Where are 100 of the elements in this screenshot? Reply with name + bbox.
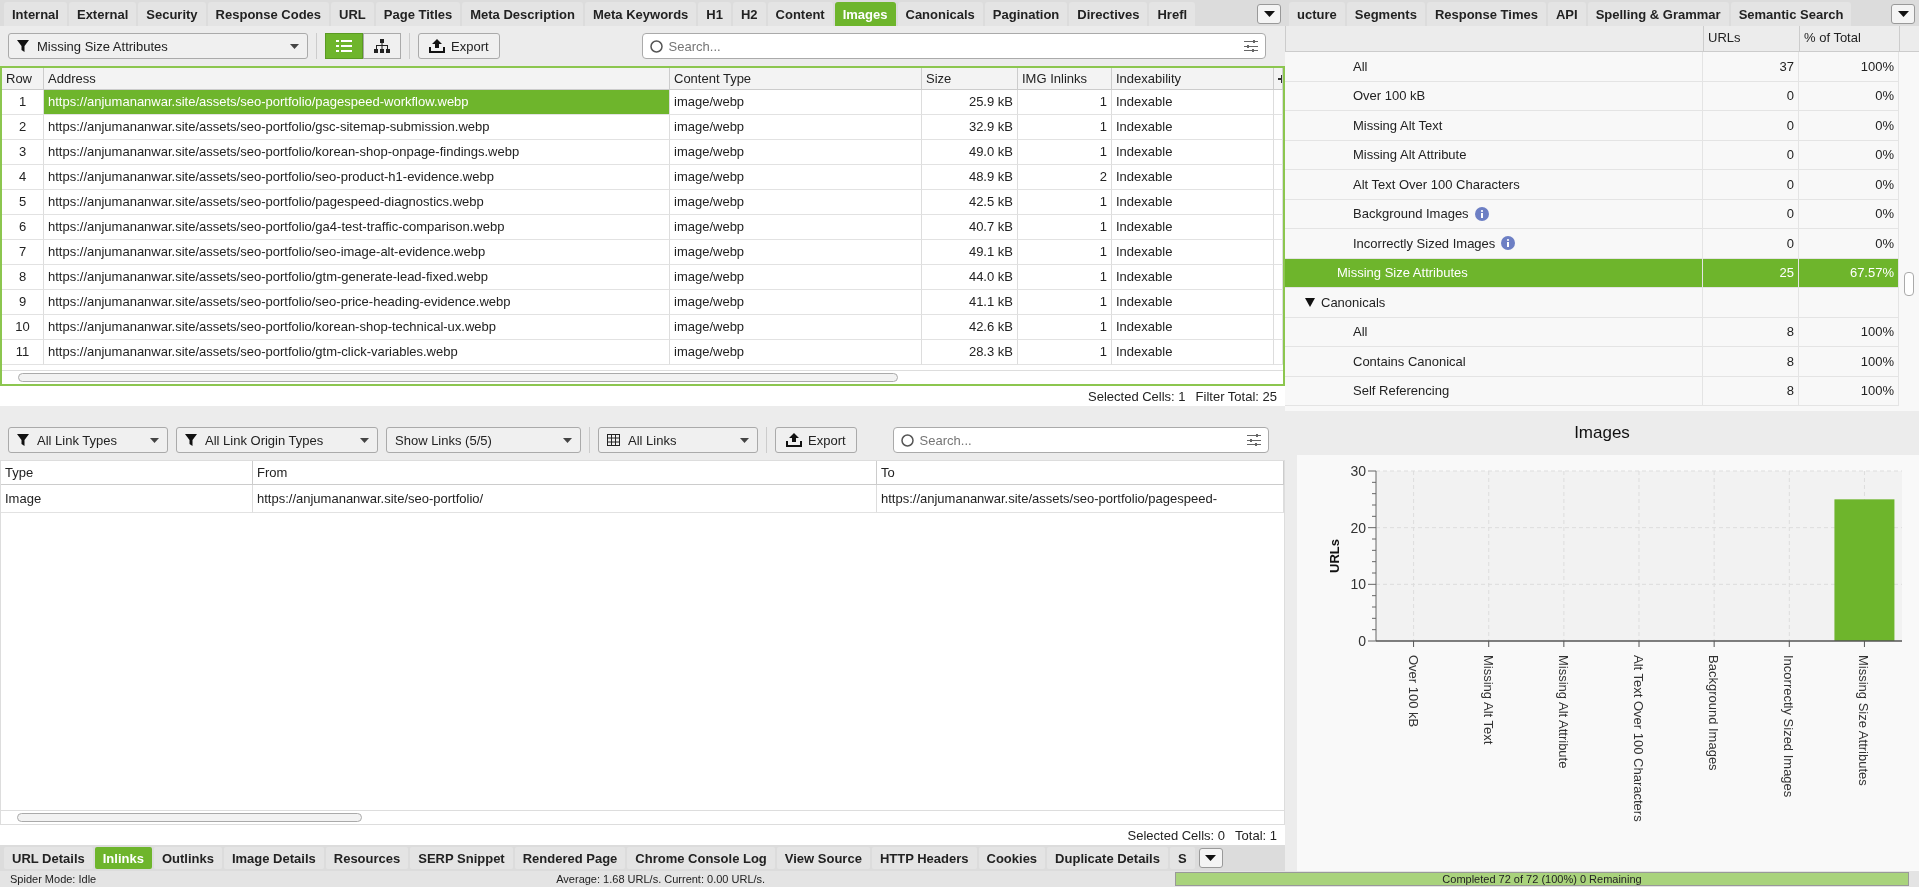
empty-cell [1274,240,1283,265]
overview-row[interactable]: All 37 100% [1285,52,1899,82]
tab[interactable]: Page Titles [375,2,461,26]
scrollbar-thumb[interactable] [1904,272,1914,296]
tab[interactable]: Chrome Console Log [627,847,775,869]
overview-row[interactable]: Over 100 kB 0 0% [1285,81,1899,111]
tab[interactable]: Outlinks [153,847,222,869]
tab-menu-button[interactable] [1198,848,1223,868]
overview-row[interactable]: Alt Text Over 100 Characters 0 0% [1285,170,1899,200]
percent-text: 100% [1860,383,1894,399]
caret-icon [1205,855,1217,861]
dropdown[interactable]: Missing Size Attributes [8,33,308,59]
table-cell: 1 [1018,215,1112,240]
filter-icon [17,40,29,52]
group-label[interactable]: Canonicals [1321,294,1386,310]
tab[interactable]: Meta Keywords [584,2,697,26]
dropdown[interactable]: All Link Types [8,427,168,453]
overview-row[interactable]: Missing Alt Attribute 0 0% [1285,140,1899,170]
column-header[interactable]: URLs [1703,26,1799,51]
table-cell: 41.1 kB [922,290,1018,315]
overview-row[interactable]: Missing Alt Text 0 0% [1285,111,1899,141]
tab[interactable]: H1 [698,2,731,26]
column-header[interactable]: To [877,461,1284,485]
export-button[interactable]: Export [775,427,857,453]
tab[interactable]: Meta Description [462,2,583,26]
tab[interactable]: URL Details [4,847,93,869]
table-cell: https://anjumananwar.site/assets/seo-portfolio/korean-shop-technical-ux.webp [44,315,670,340]
tab[interactable]: URL [331,2,374,26]
axis-title: URLs [1327,539,1342,573]
tab[interactable]: API [1547,2,1586,26]
scrollbar-thumb[interactable] [17,813,362,822]
tab[interactable]: HTTP Headers [871,847,977,869]
column-header[interactable]: Size [922,68,1018,90]
overview-row[interactable]: Self Referencing 8 100% [1285,376,1899,406]
tab[interactable]: External [68,2,137,26]
overview-row[interactable]: Contains Canonical 8 100% [1285,347,1899,377]
column-header[interactable]: Content Type [670,68,922,90]
table-cell: https://anjumananwar.site/assets/seo-portfolio/seo-image-alt-evidence.webp [44,240,670,265]
tab[interactable]: Pagination [984,2,1068,26]
table-cell: image/webp [670,265,922,290]
chart-title: Images [1573,422,1631,444]
tab[interactable]: SERP Snippet [410,847,513,869]
table-cell: 2 [2,115,44,140]
category-label: Alt Text Over 100 Characters [1631,655,1646,822]
tab[interactable]: View Source [776,847,870,869]
tab[interactable]: Security [138,2,206,26]
dropdown[interactable]: Show Links (5/5) [386,427,581,453]
tab[interactable]: Rendered Page [514,847,626,869]
tab[interactable]: Spelling & Grammar [1587,2,1729,26]
column-header[interactable]: Indexability [1112,68,1274,90]
table-cell: https://anjumananwar.site/assets/seo-portfolio/pagespeed- [877,485,1284,513]
tab-menu-button[interactable] [1257,4,1281,24]
column-header[interactable]: % of Total [1799,26,1899,51]
table-cell: Indexable [1112,315,1274,340]
tab[interactable]: H2 [732,2,766,26]
tab-menu-button[interactable] [1891,4,1915,24]
tab[interactable]: Response Codes [207,2,330,26]
tab[interactable]: Cookies [978,847,1046,869]
tab[interactable]: Resources [325,847,409,869]
overview-row[interactable]: All 8 100% [1285,317,1899,347]
column-header[interactable]: Address [44,68,670,90]
tab[interactable]: Duplicate Details [1047,847,1168,869]
category-label: Over 100 kB [1405,655,1421,728]
tab[interactable]: Hrefl [1149,2,1196,26]
table-cell: https://anjumananwar.site/assets/seo-portfolio/pagespeed-workflow.webp [44,90,670,115]
tab[interactable]: Segments [1346,2,1425,26]
column-header[interactable]: Row [2,68,44,90]
overview-row[interactable]: Incorrectly Sized Images 0 0% [1285,229,1899,259]
dropdown[interactable]: All Link Origin Types [176,427,378,453]
category-label: Missing Size Attributes [1856,655,1872,786]
table-cell: https://anjumananwar.site/assets/seo-portfolio/gsc-sitemap-submission.webp [44,115,670,140]
tab[interactable]: Response Times [1426,2,1546,26]
tab[interactable]: S [1169,847,1195,869]
scrollbar-thumb[interactable] [18,373,898,382]
tab[interactable]: ucture [1289,2,1345,26]
tree-view-button[interactable] [363,33,401,59]
tab[interactable]: Internal [4,2,67,26]
column-header[interactable]: Type [1,461,253,485]
tab[interactable]: Canonicals [897,2,983,26]
table-cell: Indexable [1112,165,1274,190]
table-cell: 1 [1018,190,1112,215]
tab[interactable]: Directives [1069,2,1148,26]
export-icon [429,39,445,53]
column-header[interactable]: IMG Inlinks [1018,68,1112,90]
export-button[interactable]: Export [418,33,500,59]
tab[interactable]: Image Details [223,847,324,869]
empty-cell [1274,165,1283,190]
table-cell: https://anjumananwar.site/assets/seo-portfolio/pagespeed-diagnostics.webp [44,190,670,215]
overview-row[interactable]: Background Images 0 0% [1285,199,1899,229]
dropdown[interactable]: All Links [598,427,758,453]
tab[interactable]: Content [767,2,833,26]
tab[interactable]: Semantic Search [1730,2,1852,26]
column-header[interactable]: From [253,461,877,485]
table-cell: image/webp [670,290,922,315]
row-label: All [1353,324,1368,340]
expand-triangle-icon[interactable] [1305,297,1315,307]
search-field[interactable]: Search... [892,427,1269,453]
tree-view-icon [374,39,390,53]
search-field[interactable]: Search... [641,33,1266,59]
table-cell: Indexable [1112,115,1274,140]
